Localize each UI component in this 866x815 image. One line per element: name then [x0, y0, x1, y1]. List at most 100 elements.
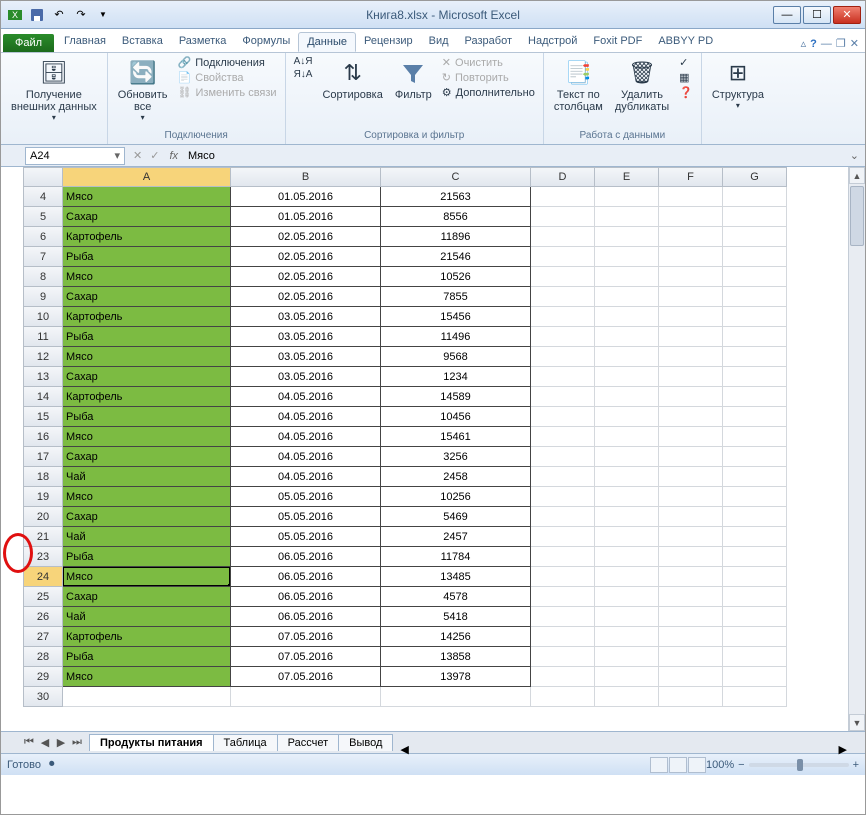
cell-B13[interactable]: 03.05.2016: [231, 367, 381, 387]
cell-D28[interactable]: [531, 647, 595, 667]
cell-E9[interactable]: [595, 287, 659, 307]
cell-B15[interactable]: 04.05.2016: [231, 407, 381, 427]
cell-A18[interactable]: Чай: [63, 467, 231, 487]
cell-B24[interactable]: 06.05.2016: [231, 567, 381, 587]
cell-D7[interactable]: [531, 247, 595, 267]
cell-C9[interactable]: 7855: [381, 287, 531, 307]
cell-A13[interactable]: Сахар: [63, 367, 231, 387]
cell-A27[interactable]: Картофель: [63, 627, 231, 647]
row-header[interactable]: 29: [23, 667, 63, 687]
cell-G10[interactable]: [723, 307, 787, 327]
cell-F15[interactable]: [659, 407, 723, 427]
structure-button[interactable]: ⊞ Структура ▾: [708, 55, 768, 112]
cell-A9[interactable]: Сахар: [63, 287, 231, 307]
row-header[interactable]: 25: [23, 587, 63, 607]
cell-C24[interactable]: 13485: [381, 567, 531, 587]
column-header-D[interactable]: D: [531, 167, 595, 187]
cell-E13[interactable]: [595, 367, 659, 387]
cell-F9[interactable]: [659, 287, 723, 307]
cell-E27[interactable]: [595, 627, 659, 647]
sheet-tab-1[interactable]: Таблица: [213, 734, 278, 751]
cell-C5[interactable]: 8556: [381, 207, 531, 227]
cell-F14[interactable]: [659, 387, 723, 407]
window-close2-icon[interactable]: ✕: [850, 37, 859, 50]
cell-G30[interactable]: [723, 687, 787, 707]
row-header[interactable]: 28: [23, 647, 63, 667]
cell-D10[interactable]: [531, 307, 595, 327]
cell-A14[interactable]: Картофель: [63, 387, 231, 407]
cell-F20[interactable]: [659, 507, 723, 527]
cell-B30[interactable]: [231, 687, 381, 707]
cell-B12[interactable]: 03.05.2016: [231, 347, 381, 367]
cell-E14[interactable]: [595, 387, 659, 407]
cell-D23[interactable]: [531, 547, 595, 567]
sheet-nav-last-icon[interactable]: ⏭: [69, 735, 85, 751]
row-header[interactable]: 27: [23, 627, 63, 647]
cell-B26[interactable]: 06.05.2016: [231, 607, 381, 627]
cell-F28[interactable]: [659, 647, 723, 667]
ribbon-tab-1[interactable]: Вставка: [114, 32, 171, 52]
cell-B4[interactable]: 01.05.2016: [231, 187, 381, 207]
ribbon-tab-9[interactable]: Foxit PDF: [585, 32, 650, 52]
cell-A21[interactable]: Чай: [63, 527, 231, 547]
cell-F18[interactable]: [659, 467, 723, 487]
sheet-nav-first-icon[interactable]: ⏮: [21, 735, 37, 751]
expand-formula-icon[interactable]: ⌄: [844, 149, 865, 162]
row-header[interactable]: 15: [23, 407, 63, 427]
cell-E26[interactable]: [595, 607, 659, 627]
cell-D13[interactable]: [531, 367, 595, 387]
cell-E15[interactable]: [595, 407, 659, 427]
consolidate-button[interactable]: ▦: [677, 70, 695, 85]
cell-C29[interactable]: 13978: [381, 667, 531, 687]
scroll-down-icon[interactable]: ▼: [849, 714, 865, 731]
advanced-filter-button[interactable]: ⚙Дополнительно: [440, 85, 537, 100]
refresh-all-button[interactable]: 🔄 Обновить все ▾: [114, 55, 172, 124]
cell-D6[interactable]: [531, 227, 595, 247]
cell-F13[interactable]: [659, 367, 723, 387]
cancel-formula-icon[interactable]: ✕: [129, 149, 146, 162]
cell-D17[interactable]: [531, 447, 595, 467]
cell-D11[interactable]: [531, 327, 595, 347]
ribbon-tab-4[interactable]: Данные: [298, 32, 356, 52]
cell-E12[interactable]: [595, 347, 659, 367]
cell-G20[interactable]: [723, 507, 787, 527]
cell-G6[interactable]: [723, 227, 787, 247]
cell-C18[interactable]: 2458: [381, 467, 531, 487]
cell-C11[interactable]: 11496: [381, 327, 531, 347]
cell-E11[interactable]: [595, 327, 659, 347]
enter-formula-icon[interactable]: ✓: [146, 149, 163, 162]
zoom-in-button[interactable]: +: [853, 759, 859, 771]
row-header[interactable]: 30: [23, 687, 63, 707]
cell-F5[interactable]: [659, 207, 723, 227]
cell-G5[interactable]: [723, 207, 787, 227]
cell-A12[interactable]: Мясо: [63, 347, 231, 367]
cell-G28[interactable]: [723, 647, 787, 667]
whatif-button[interactable]: ❓: [677, 85, 695, 100]
cell-D21[interactable]: [531, 527, 595, 547]
row-header[interactable]: 11: [23, 327, 63, 347]
cell-E10[interactable]: [595, 307, 659, 327]
cell-G8[interactable]: [723, 267, 787, 287]
cell-A29[interactable]: Мясо: [63, 667, 231, 687]
cell-D5[interactable]: [531, 207, 595, 227]
fx-icon[interactable]: fx: [163, 150, 184, 162]
row-header[interactable]: 14: [23, 387, 63, 407]
cell-F21[interactable]: [659, 527, 723, 547]
row-header[interactable]: 19: [23, 487, 63, 507]
row-header[interactable]: 16: [23, 427, 63, 447]
formula-input[interactable]: Мясо: [184, 150, 844, 162]
reapply-button[interactable]: ↻Повторить: [440, 70, 537, 85]
cell-B7[interactable]: 02.05.2016: [231, 247, 381, 267]
zoom-level[interactable]: 100%: [706, 759, 734, 771]
cell-B5[interactable]: 01.05.2016: [231, 207, 381, 227]
cell-A28[interactable]: Рыба: [63, 647, 231, 667]
cell-D19[interactable]: [531, 487, 595, 507]
cell-F26[interactable]: [659, 607, 723, 627]
cell-B25[interactable]: 06.05.2016: [231, 587, 381, 607]
cell-B9[interactable]: 02.05.2016: [231, 287, 381, 307]
cell-G18[interactable]: [723, 467, 787, 487]
redo-icon[interactable]: ↷: [71, 5, 91, 25]
cell-G4[interactable]: [723, 187, 787, 207]
cell-G7[interactable]: [723, 247, 787, 267]
cell-F12[interactable]: [659, 347, 723, 367]
